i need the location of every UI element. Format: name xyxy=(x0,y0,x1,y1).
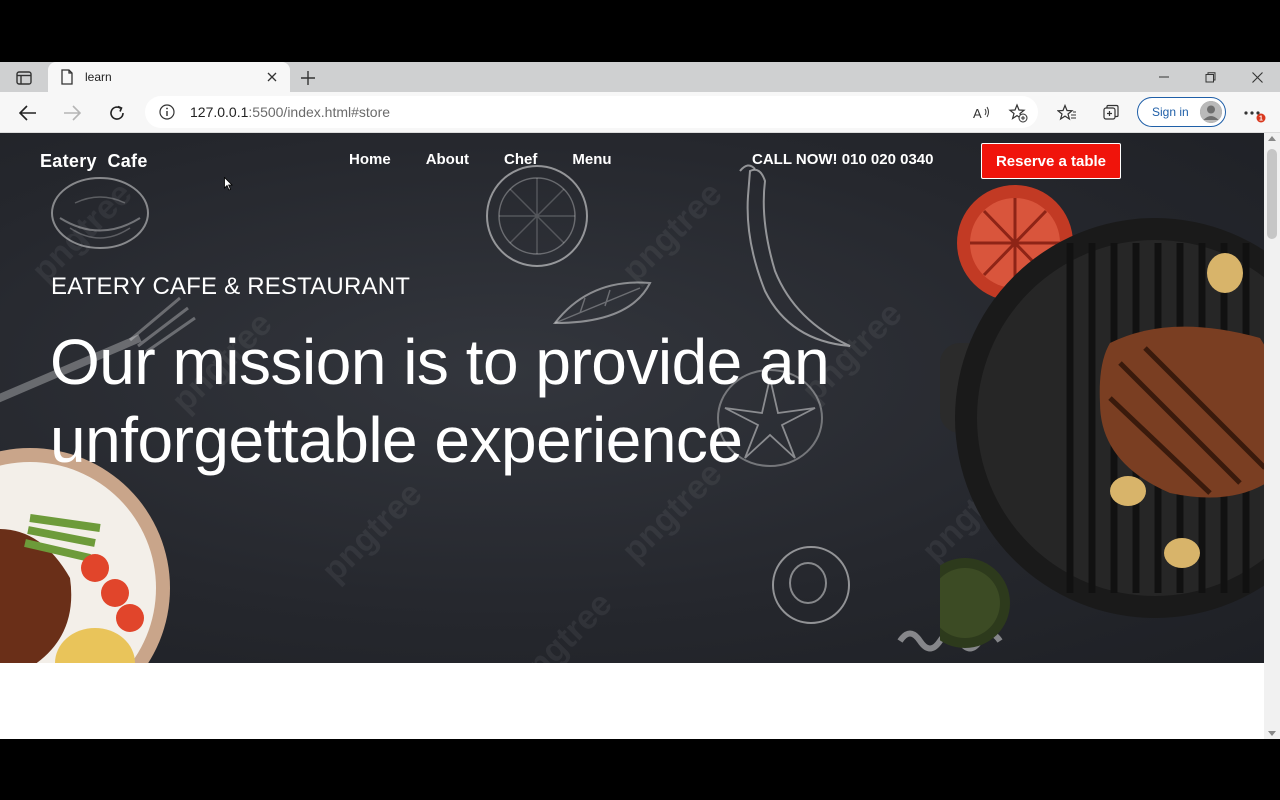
address-bar[interactable]: 127.0.0.1:5500/index.html#store A xyxy=(145,96,1038,128)
site-info-icon[interactable] xyxy=(159,104,175,120)
mushroom-sketch-icon xyxy=(51,177,149,249)
hero-section: pngtree pngtree pngtree pngtree pngtree … xyxy=(0,133,1264,663)
close-tab-icon[interactable] xyxy=(262,67,282,87)
restore-icon[interactable] xyxy=(1187,62,1233,92)
nav-about-link[interactable]: About xyxy=(426,151,469,168)
tab-bar: learn xyxy=(0,62,1280,92)
back-icon[interactable] xyxy=(14,99,42,127)
watermark: pngtree xyxy=(504,584,620,663)
hero-subtitle: EATERY CAFE & RESTAURANT xyxy=(51,273,411,300)
url-text[interactable]: 127.0.0.1:5500/index.html#store xyxy=(190,104,390,120)
onion-ring-sketch-icon xyxy=(772,546,850,624)
refresh-icon[interactable] xyxy=(103,99,131,127)
steak-pasta-plate-image xyxy=(0,448,170,663)
grilled-steak-pan-image xyxy=(940,185,1264,648)
browser-tab[interactable]: learn xyxy=(48,62,290,92)
main-nav: Home About Chef Menu xyxy=(349,151,647,168)
favorites-icon[interactable] xyxy=(1054,100,1080,126)
settings-more-icon[interactable]: 1 xyxy=(1240,100,1266,126)
browser-toolbar: 127.0.0.1:5500/index.html#store A Sign i… xyxy=(0,92,1280,133)
avatar-icon xyxy=(1200,101,1222,123)
reserve-table-button[interactable]: Reserve a table xyxy=(981,143,1121,179)
page-icon xyxy=(60,69,74,85)
add-favorite-icon[interactable] xyxy=(1007,102,1029,124)
sign-in-label: Sign in xyxy=(1152,105,1189,119)
brand-logo[interactable]: Eatery Cafe xyxy=(40,151,148,172)
watermark: pngtree xyxy=(314,474,430,590)
scroll-down-icon[interactable] xyxy=(1268,731,1276,736)
notification-badge: 1 xyxy=(1259,116,1263,123)
nav-menu-link[interactable]: Menu xyxy=(572,151,611,168)
hero-headline: Our mission is to provide an unforgettab… xyxy=(50,326,830,476)
svg-text:A: A xyxy=(973,106,982,121)
screen: learn 127.0.0.1:5500/index.html#store A … xyxy=(0,0,1280,800)
url-path: :5500/index.html#store xyxy=(248,104,391,120)
forward-icon xyxy=(58,99,86,127)
url-host: 127.0.0.1 xyxy=(190,104,249,120)
call-now-phone: CALL NOW! 010 020 0340 xyxy=(752,151,934,168)
mouse-cursor-icon xyxy=(224,177,233,191)
close-window-icon[interactable] xyxy=(1234,62,1280,92)
page-viewport: pngtree pngtree pngtree pngtree pngtree … xyxy=(0,133,1264,739)
collections-icon[interactable] xyxy=(1098,100,1124,126)
nav-home-link[interactable]: Home xyxy=(349,151,391,168)
new-tab-icon[interactable] xyxy=(297,67,319,89)
nav-chef-link[interactable]: Chef xyxy=(504,151,537,168)
scroll-up-icon[interactable] xyxy=(1268,136,1276,141)
scrollbar-thumb[interactable] xyxy=(1267,149,1277,239)
read-aloud-icon[interactable]: A xyxy=(971,102,993,124)
minimize-icon[interactable] xyxy=(1141,62,1187,92)
tomato-slice-sketch-icon xyxy=(486,165,588,267)
tab-actions-icon[interactable] xyxy=(8,67,40,89)
page-scrollbar[interactable] xyxy=(1264,133,1280,739)
sign-in-button[interactable]: Sign in xyxy=(1137,97,1226,127)
tab-title: learn xyxy=(85,70,112,84)
